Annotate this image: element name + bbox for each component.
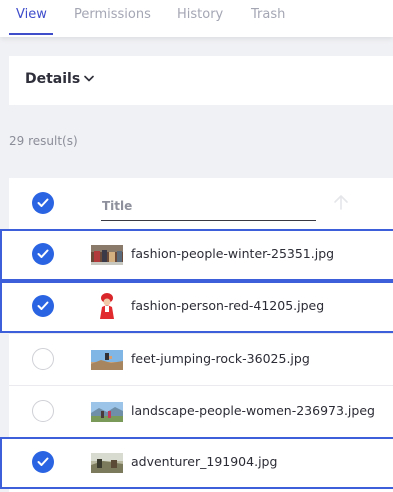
row-checkbox[interactable] [32,295,54,317]
jumping-rock-thumbnail [91,350,123,370]
page: View Permissions History Trash Details 2… [0,0,393,492]
row-checkbox[interactable] [32,400,54,422]
tab-history[interactable]: History [177,7,223,22]
details-bar: Details [9,56,393,105]
tab-trash[interactable]: Trash [251,7,285,22]
results-table: Title fashion-people-winter-25351.jpg fa… [0,178,393,492]
landscape-women-thumbnail [91,402,123,422]
winter-people-thumbnail [91,245,123,265]
chevron-down-icon [84,75,94,82]
table-row[interactable]: fashion-people-winter-25351.jpg [0,229,393,281]
adventurer-thumbnail [91,453,123,473]
row-filename[interactable]: fashion-person-red-41205.jpeg [131,298,324,313]
row-filename[interactable]: adventurer_191904.jpg [131,454,277,469]
title-filter-input[interactable]: Title [101,194,316,221]
tab-permissions[interactable]: Permissions [74,7,151,22]
table-row[interactable]: adventurer_191904.jpg [0,437,393,489]
row-checkbox[interactable] [32,243,54,265]
table-row[interactable]: feet-jumping-rock-36025.jpg [9,333,393,385]
row-checkbox[interactable] [32,348,54,370]
table-header: Title [9,178,393,228]
red-person-thumbnail [91,291,123,321]
row-filename[interactable]: landscape-people-women-236973.jpeg [131,403,375,418]
title-column-header: Title [102,199,133,213]
checkmark-icon [37,301,49,310]
table-row[interactable]: fashion-person-red-41205.jpeg [0,281,393,333]
row-checkbox[interactable] [32,451,54,473]
checkmark-icon [37,249,49,258]
checkmark-icon [37,198,49,207]
tab-view[interactable]: View [16,7,47,22]
tab-bar: View Permissions History Trash [0,0,393,37]
row-filename[interactable]: feet-jumping-rock-36025.jpg [131,351,310,366]
table-row[interactable]: landscape-people-women-236973.jpeg [9,385,393,437]
checkmark-icon [37,457,49,466]
select-all-checkbox[interactable] [32,192,54,214]
sort-arrow-up-icon[interactable] [332,193,350,211]
row-filename[interactable]: fashion-people-winter-25351.jpg [131,246,334,261]
active-tab-indicator [9,33,53,35]
details-label: Details [25,71,81,87]
results-count: 29 result(s) [9,134,78,148]
details-toggle[interactable]: Details [25,71,94,87]
